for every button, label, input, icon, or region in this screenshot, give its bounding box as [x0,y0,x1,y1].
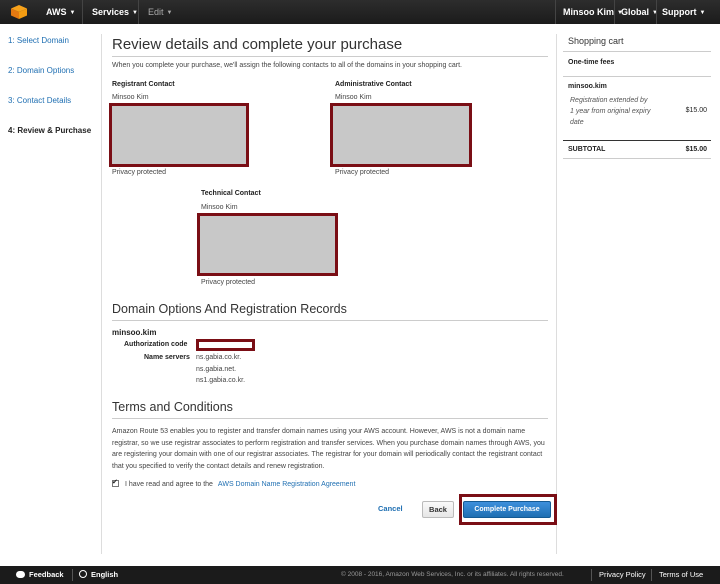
language-label: English [91,570,119,579]
auth-code-label: Authorization code [124,341,188,348]
domain-name: minsoo.kim [112,328,157,337]
complete-purchase-button[interactable]: Complete Purchase [463,501,551,518]
name-server-1: ns.gabia.co.kr. [196,354,242,361]
cart-divider [563,51,711,52]
terms-divider [112,418,548,419]
privacy-policy-link[interactable]: Privacy Policy [599,566,646,584]
terms-of-use-link[interactable]: Terms of Use [659,566,703,584]
cart-subtotal-label: SUBTOTAL [568,146,606,153]
admin-privacy: Privacy protected [335,169,390,176]
admin-name: Minsoo Kim [335,94,372,101]
technical-redacted-block [197,213,338,276]
services-menu[interactable]: Services ▼ [92,0,138,24]
chevron-down-icon: ▼ [652,10,658,16]
cancel-button[interactable]: Cancel [378,504,403,513]
agree-checkbox[interactable] [112,478,119,487]
footer-bar: Feedback English © 2008 - 2016, Amazon W… [0,566,720,584]
region-menu[interactable]: Global ▼ [621,0,658,24]
feedback-label: Feedback [29,570,64,579]
services-menu-label: Services [92,7,130,17]
registration-agreement-link[interactable]: AWS Domain Name Registration Agreement [218,481,355,488]
footer-divider [651,569,652,581]
support-menu-label: Support [662,7,697,17]
technical-heading: Technical Contact [201,190,261,197]
footer-divider [591,569,592,581]
edit-menu[interactable]: Edit ▼ [148,0,172,24]
aws-menu[interactable]: AWS ▼ [46,0,75,24]
aws-menu-label: AWS [46,7,67,17]
technical-name: Minsoo Kim [201,204,238,211]
cart-desc-line-2: 1 year from original expiry [570,108,651,115]
registrant-name: Minsoo Kim [112,94,149,101]
nav-divider [555,0,556,24]
admin-redacted-block [330,103,472,167]
cart-subtotal-divider [563,140,711,141]
terms-heading: Terms and Conditions [112,400,233,414]
cart-desc-line-3: date [570,119,584,126]
region-menu-label: Global [621,7,650,17]
feedback-button[interactable]: Feedback [16,566,64,584]
language-button[interactable]: English [79,566,118,584]
footer-divider [72,569,73,581]
domain-options-heading: Domain Options And Registration Records [112,302,347,316]
step-contact-details[interactable]: 3: Contact Details [8,96,71,105]
speech-bubble-icon [16,571,25,578]
top-nav-bar: AWS ▼ Services ▼ Edit ▼ Minsoo Kim ▼ Global ▼… [0,0,720,24]
name-server-2: ns.gabia.net. [196,366,237,373]
intro-text: When you complete your purchase, we'll a… [112,62,462,69]
registrant-redacted-block [109,103,249,167]
back-button[interactable]: Back [422,501,454,518]
edit-menu-label: Edit [148,7,164,17]
cart-subtotal-value: $15.00 [685,146,707,153]
nav-divider [138,0,139,24]
cart-divider [563,158,711,159]
cart-desc-line-1: Registration extended by [570,97,648,104]
cart-divider [563,76,711,77]
auth-code-redacted [196,339,255,351]
options-divider [112,320,548,321]
admin-heading: Administrative Contact [335,81,412,88]
wizard-steps: 1: Select Domain 2: Domain Options 3: Co… [0,24,100,566]
cart-section-label: One-time fees [568,59,615,66]
registrant-heading: Registrant Contact [112,81,175,88]
technical-privacy: Privacy protected [201,279,256,286]
support-menu[interactable]: Support ▼ [662,0,705,24]
step-select-domain[interactable]: 1: Select Domain [8,36,69,45]
left-divider [101,34,102,554]
cart-item-price: $15.00 [685,107,707,114]
nav-divider [656,0,657,24]
user-menu-label: Minsoo Kim [563,7,614,17]
right-divider [556,34,557,554]
chevron-down-icon: ▼ [699,10,706,16]
cart-domain: minsoo.kim [568,83,607,90]
name-server-3: ns1.gabia.co.kr. [196,377,246,384]
cart-title: Shopping cart [568,36,624,46]
agree-label: I have read and agree to the [125,481,213,488]
nav-divider [614,0,615,24]
globe-icon [79,570,87,578]
title-divider [112,56,548,57]
step-review-purchase: 4: Review & Purchase [8,126,92,135]
nav-divider [82,0,83,24]
chevron-down-icon: ▼ [69,10,76,16]
registrant-privacy: Privacy protected [112,169,167,176]
chevron-down-icon: ▼ [166,10,173,16]
copyright-text: © 2008 - 2016, Amazon Web Services, Inc.… [341,571,564,578]
name-servers-label: Name servers [144,354,190,361]
agree-row: I have read and agree to the AWS Domain … [112,478,355,488]
step-domain-options[interactable]: 2: Domain Options [8,66,74,75]
aws-cube-icon[interactable] [10,4,28,20]
terms-text: Amazon Route 53 enables you to register … [112,428,545,470]
page-title: Review details and complete your purchas… [112,36,403,53]
